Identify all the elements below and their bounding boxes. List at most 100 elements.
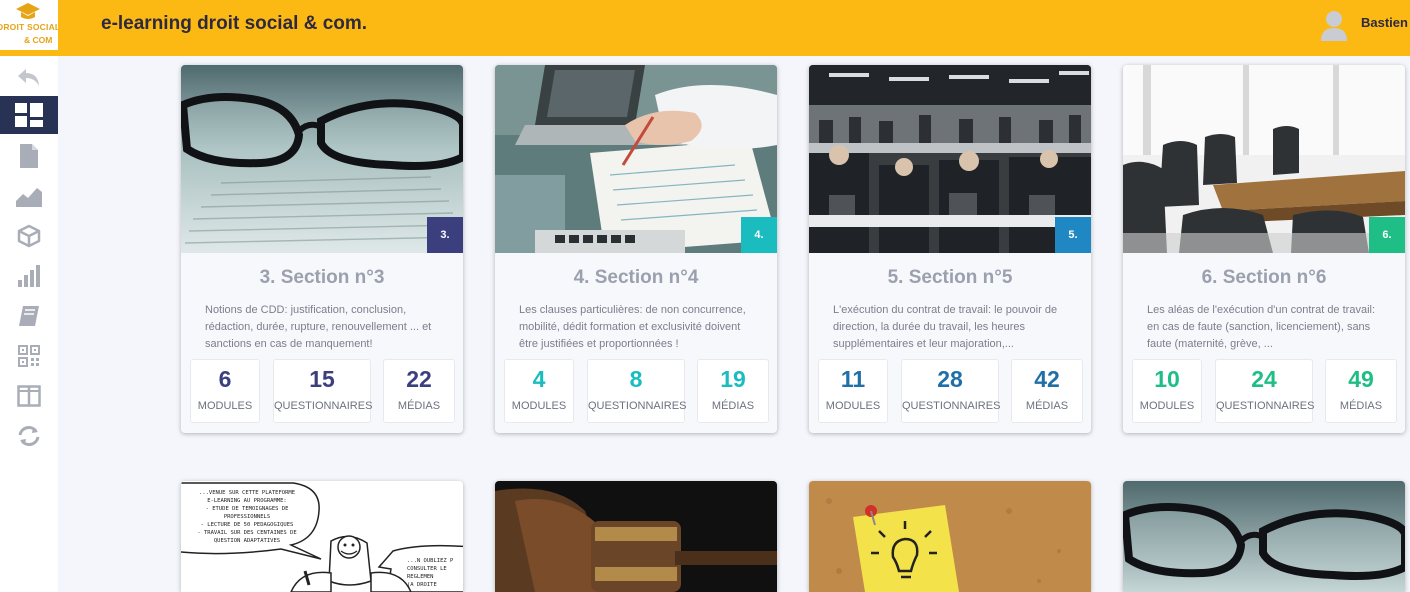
idea-note-photo [809, 481, 1091, 592]
cube-icon [17, 224, 41, 248]
stat-value: 11 [840, 366, 866, 392]
stat-medias: 42 MÉDIAS [1011, 359, 1083, 423]
stat-modules: 4 MODULES [504, 359, 574, 423]
dashboard-icon [15, 103, 43, 127]
section-card[interactable] [809, 481, 1091, 592]
stat-questionnaires: 28 QUESTIONNAIRES [901, 359, 1001, 423]
sidebar-item-reports[interactable] [0, 257, 58, 295]
sidebar-item-back[interactable] [0, 58, 58, 96]
glasses-photo [181, 65, 463, 253]
comic-line: PROFESSIONNELS [223, 514, 271, 520]
stat-questionnaires: 15 QUESTIONNAIRES [273, 359, 373, 423]
stat-value: 19 [720, 366, 746, 392]
gavel-photo [495, 481, 777, 592]
section-title[interactable]: 6. Section n°6 [1123, 267, 1405, 289]
stat-modules: 10 MODULES [1132, 359, 1202, 423]
area-chart-icon [16, 188, 42, 207]
stat-value: 49 [1348, 366, 1374, 392]
card-image [495, 65, 777, 253]
graduation-cap-icon [16, 3, 40, 19]
comic-line: E-LEARNING AU PROGRAMME: [207, 498, 287, 504]
section-description: Les clauses particulières: de non concur… [519, 304, 746, 350]
stat-medias: 22 MÉDIAS [383, 359, 455, 423]
glasses-photo [1123, 481, 1405, 592]
section-title[interactable]: 3. Section n°3 [181, 267, 463, 289]
stat-label: MODULES [197, 400, 253, 412]
bar-chart-icon [18, 265, 40, 287]
comic-line: - LECTURE DE 50 PEDAGOGIQUES [200, 522, 294, 528]
stat-label: MÉDIAS [1339, 400, 1383, 412]
section-card[interactable]: 5. 5. Section n°5 L'exécution du contrat… [809, 65, 1091, 433]
section-title[interactable]: 5. Section n°5 [809, 267, 1091, 289]
sidebar [0, 56, 58, 592]
document-icon [20, 144, 38, 168]
section-badge: 4. [741, 217, 777, 253]
stat-label: MÉDIAS [711, 400, 755, 412]
stat-value: 22 [406, 366, 432, 392]
sidebar-item-modules[interactable] [0, 217, 58, 255]
card-image [1123, 65, 1405, 253]
comic-line: ...N OUBLIEZ P [407, 558, 454, 564]
section-badge: 3. [427, 217, 463, 253]
stat-label: QUESTIONNAIRES [1216, 400, 1315, 412]
stat-label: QUESTIONNAIRES [588, 400, 687, 412]
logo-text-line1: DROIT SOCIAL [0, 22, 58, 32]
classroom-photo [809, 65, 1091, 253]
meeting-room-photo [1123, 65, 1405, 253]
section-card[interactable]: 4. 4. Section n°4 Les clauses particuliè… [495, 65, 777, 433]
stat-label: MÉDIAS [1025, 400, 1069, 412]
stat-value: 8 [629, 366, 643, 392]
card-image [181, 65, 463, 253]
stat-medias: 19 MÉDIAS [697, 359, 769, 423]
stat-label: MODULES [511, 400, 567, 412]
sidebar-item-stats[interactable] [0, 177, 58, 215]
comic-line: REGLEMEN [407, 574, 434, 580]
sidebar-item-dashboard[interactable] [0, 96, 58, 134]
back-icon [18, 69, 39, 86]
stat-questionnaires: 8 QUESTIONNAIRES [587, 359, 687, 423]
qr-code-icon [18, 345, 40, 367]
stat-value: 10 [1154, 366, 1180, 392]
section-card[interactable] [495, 481, 777, 592]
sidebar-item-layout[interactable] [0, 377, 58, 415]
comic-line: QUESTION ADAPTATIVES [213, 538, 281, 544]
sidebar-item-qr[interactable] [0, 337, 58, 375]
stat-medias: 49 MÉDIAS [1325, 359, 1397, 423]
book-icon [19, 306, 39, 326]
section-description: L'exécution du contrat de travail: le po… [833, 304, 1058, 350]
section-description: Les aléas de l'exécution d'un contrat de… [1147, 304, 1376, 350]
section-card[interactable]: 6. 6. Section n°6 Les aléas de l'exécuti… [1123, 65, 1405, 433]
card-image [809, 65, 1091, 253]
sidebar-item-library[interactable] [0, 297, 58, 335]
section-title[interactable]: 4. Section n°4 [495, 267, 777, 289]
stat-label: MODULES [825, 400, 881, 412]
stat-questionnaires: 24 QUESTIONNAIRES [1215, 359, 1315, 423]
stat-value: 42 [1034, 366, 1060, 392]
logo-text-line2: & COM [24, 35, 53, 45]
section-badge: 6. [1369, 217, 1405, 253]
section-description: Notions de CDD: justification, conclusio… [205, 304, 432, 350]
stat-modules: 6 MODULES [190, 359, 260, 423]
app-title: e-learning droit social & com. [101, 13, 368, 34]
user-avatar-icon[interactable] [1320, 9, 1348, 41]
user-name[interactable]: Bastien [1361, 15, 1408, 30]
sidebar-item-refresh[interactable] [0, 417, 58, 455]
card-image [495, 481, 777, 592]
stat-value: 24 [1251, 366, 1277, 392]
refresh-icon [18, 426, 40, 446]
section-card[interactable]: ...VENUE SUR CETTE PLATEFORME E-LEARNING… [181, 481, 463, 592]
writing-desk-photo [495, 65, 777, 253]
section-card[interactable]: 3. 3. Section n°3 Notions de CDD: justif… [181, 65, 463, 433]
stat-label: QUESTIONNAIRES [274, 400, 373, 412]
section-card[interactable] [1123, 481, 1405, 592]
stat-label: QUESTIONNAIRES [902, 400, 1001, 412]
comic-line: (A DROITE [407, 582, 437, 588]
comic-line: - TRAVAIL SUR DES CENTAINES DE [197, 530, 297, 536]
comic-bubble-text-2: ...N OUBLIEZ P CONSULTER LE REGLEMEN (A … [407, 557, 463, 589]
stat-value: 15 [309, 366, 335, 392]
card-image [1123, 481, 1405, 592]
sidebar-item-documents[interactable] [0, 137, 58, 175]
app-logo[interactable]: DROIT SOCIAL & COM [0, 0, 58, 50]
card-image [809, 481, 1091, 592]
stat-modules: 11 MODULES [818, 359, 888, 423]
